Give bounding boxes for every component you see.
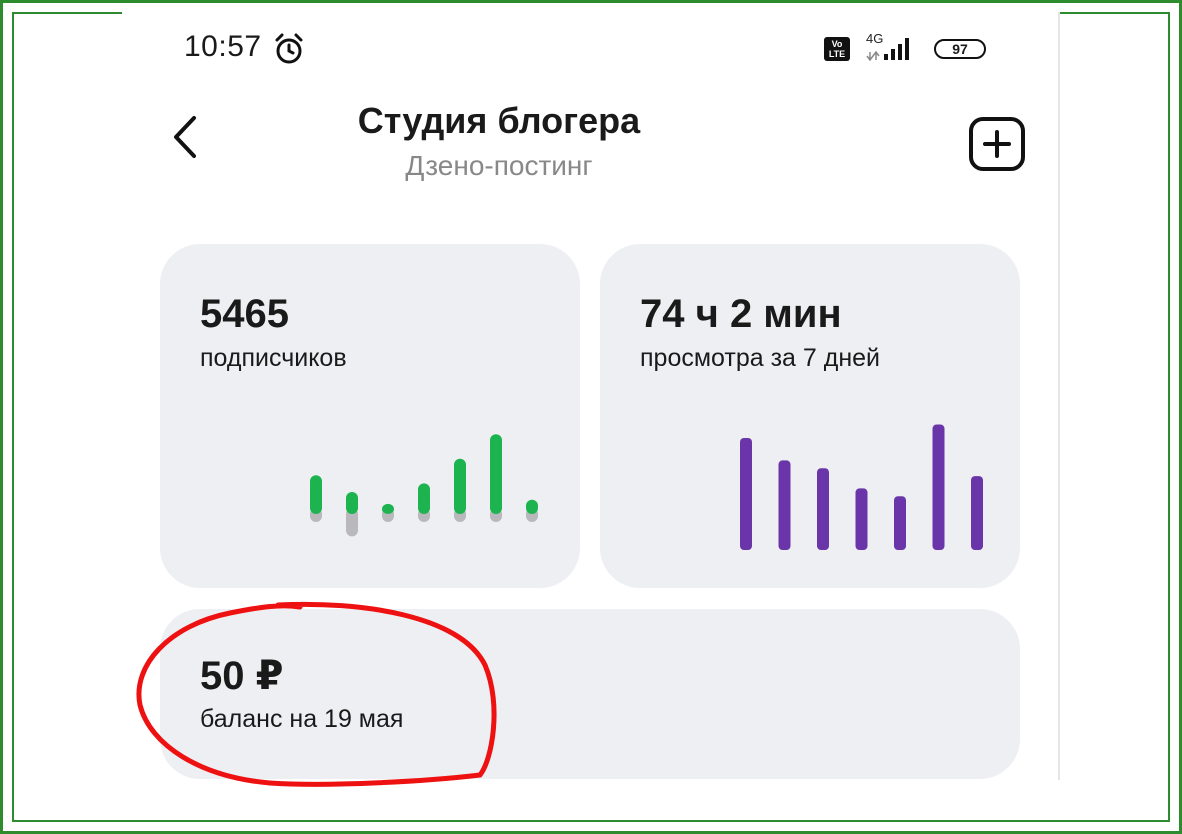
subscribers-bar bbox=[346, 492, 358, 514]
balance-label: баланс на 19 мая bbox=[200, 705, 404, 733]
page-subtitle: Дзено-постинг bbox=[405, 150, 593, 181]
subscribers-bar bbox=[490, 434, 502, 514]
views-bar bbox=[932, 424, 945, 550]
views-bar bbox=[817, 468, 829, 550]
views-bar bbox=[855, 488, 868, 550]
subscribers-chart bbox=[310, 434, 538, 537]
battery-icon: 97 bbox=[934, 39, 986, 59]
views-bar bbox=[971, 476, 983, 550]
views-card[interactable]: 74 ч 2 мин просмотра за 7 дней bbox=[600, 244, 1020, 588]
subscribers-bar bbox=[526, 499, 538, 514]
page-title: Студия блогера bbox=[357, 100, 641, 141]
plus-square-icon[interactable] bbox=[968, 116, 1026, 172]
balance-card[interactable]: 50 ₽ баланс на 19 мая bbox=[160, 609, 1020, 779]
subscribers-card[interactable]: 5465 подписчиков bbox=[160, 244, 580, 588]
alarm-icon bbox=[275, 33, 303, 64]
views-bar bbox=[894, 496, 906, 550]
balance-amount: 50 ₽ bbox=[200, 654, 284, 698]
volte-icon: Vo LTE bbox=[824, 37, 850, 61]
subscribers-bar bbox=[310, 475, 322, 514]
subscribers-bar bbox=[382, 503, 394, 514]
status-time: 10:57 bbox=[184, 30, 262, 63]
views-bar bbox=[740, 438, 752, 550]
views-chart bbox=[740, 424, 983, 550]
subscribers-bar bbox=[418, 483, 430, 514]
subscribers-bar bbox=[454, 458, 466, 514]
views-bar bbox=[778, 460, 791, 550]
signal-icon bbox=[866, 38, 909, 62]
